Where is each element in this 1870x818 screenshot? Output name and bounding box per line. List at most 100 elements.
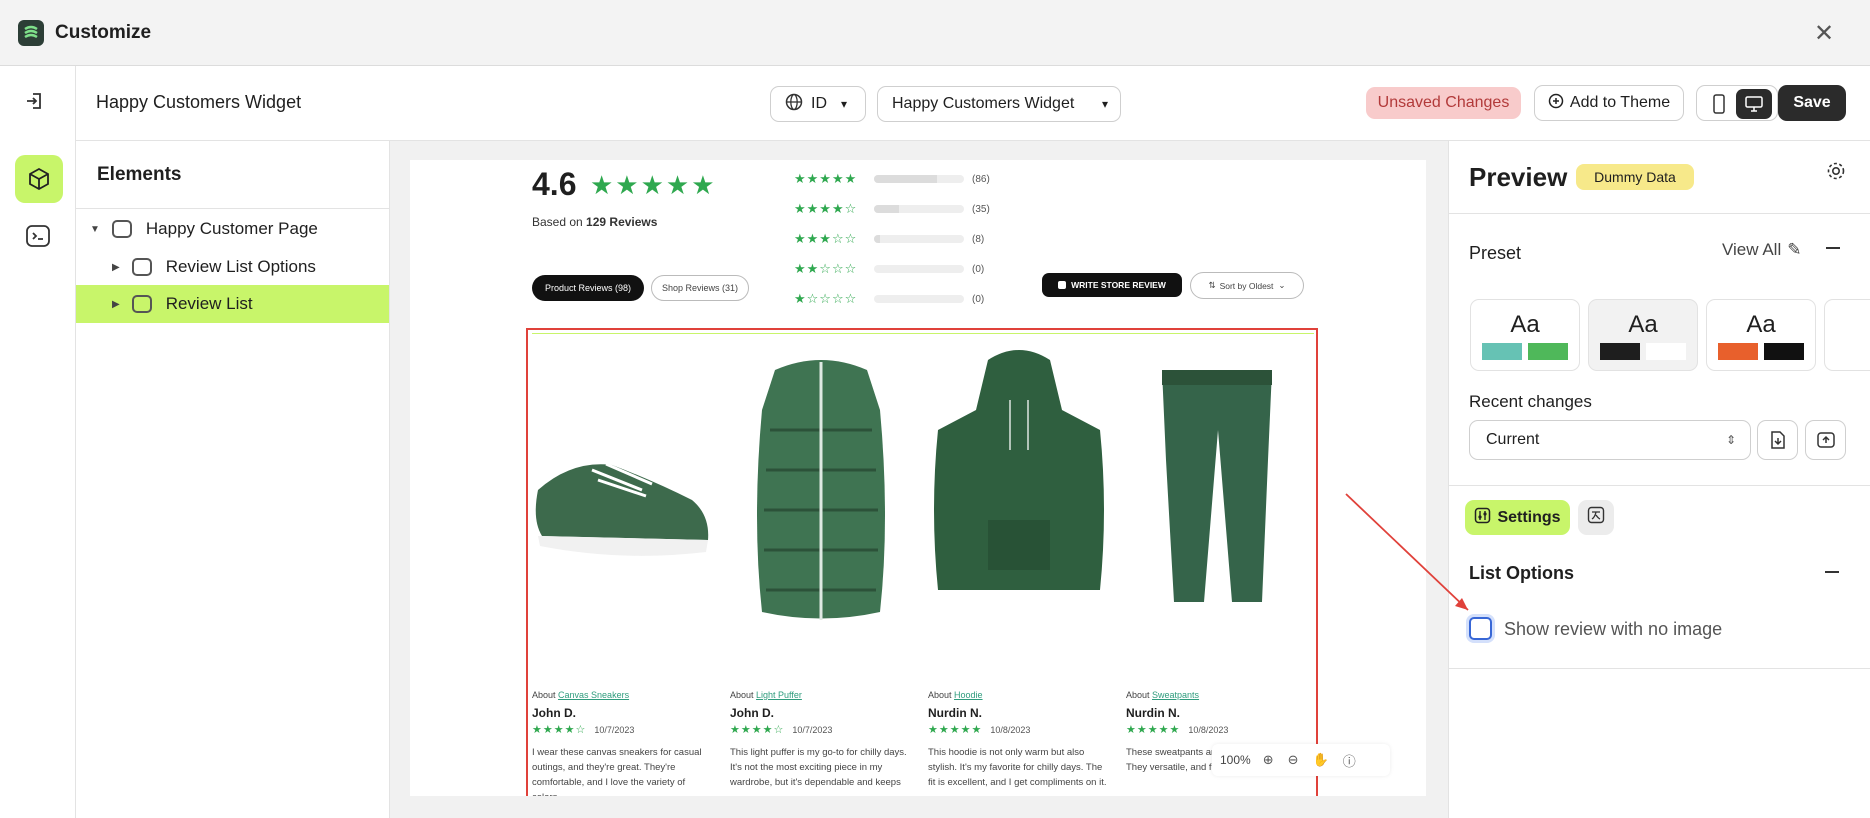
review-card: About Hoodie Nurdin N. ★★★★★ 10/8/2023 This … bbox=[928, 690, 1108, 796]
chevron-updown-icon: ⇕ bbox=[1725, 433, 1736, 447]
save-button[interactable]: Save bbox=[1778, 85, 1846, 121]
exit-icon[interactable] bbox=[24, 90, 48, 114]
histogram-row: ★★☆☆☆ (0) bbox=[794, 260, 1034, 278]
histogram-count: (0) bbox=[972, 293, 985, 305]
review-about: About Light Puffer bbox=[730, 690, 910, 700]
hand-pan-icon[interactable]: ✋ bbox=[1313, 752, 1329, 768]
import-file-button[interactable] bbox=[1757, 420, 1798, 460]
histogram-bar-fill bbox=[874, 235, 881, 243]
tab-product-reviews[interactable]: Product Reviews (98) bbox=[532, 275, 644, 301]
desktop-view-icon[interactable] bbox=[1736, 89, 1772, 119]
review-product-link[interactable]: Light Puffer bbox=[756, 690, 802, 700]
review-image-sneakers bbox=[532, 340, 714, 660]
swatch bbox=[1600, 343, 1640, 360]
preset-swatches bbox=[1471, 343, 1579, 360]
review-about-prefix: About bbox=[1126, 690, 1153, 700]
average-rating-stars: ★★★★★ bbox=[590, 170, 717, 200]
translate-tab[interactable] bbox=[1578, 500, 1614, 535]
sort-select[interactable]: ⇅ Sort by Oldest ⌄ bbox=[1190, 272, 1304, 299]
review-text: This light puffer is my go-to for chilly… bbox=[730, 747, 907, 788]
histogram-count: (8) bbox=[972, 233, 985, 245]
zoom-in-icon[interactable]: ⊕ bbox=[1263, 752, 1274, 768]
review-about-prefix: About bbox=[532, 690, 559, 700]
settings-tab[interactable]: Settings bbox=[1465, 500, 1570, 535]
help-icon[interactable]: ⓘ bbox=[1343, 751, 1356, 770]
tree-item-review-list-options[interactable]: ▶ Review List Options bbox=[112, 254, 316, 280]
panel-title: Preview bbox=[1469, 162, 1568, 192]
histogram-bar bbox=[874, 175, 964, 183]
review-date: 10/8/2023 bbox=[1188, 724, 1229, 735]
review-about-prefix: About bbox=[928, 690, 955, 700]
swatch bbox=[1482, 343, 1522, 360]
histogram-row: ★★★☆☆ (8) bbox=[794, 230, 1034, 248]
histogram-row: ★★★★☆ (35) bbox=[794, 200, 1034, 218]
review-list-hover-outline bbox=[532, 333, 1314, 334]
close-icon[interactable]: ✕ bbox=[1814, 19, 1834, 48]
histogram-bar-fill bbox=[874, 175, 937, 183]
histogram-stars: ★★★☆☆ bbox=[794, 231, 858, 246]
rating-histogram: ★★★★★ (86) ★★★★☆ (35) ★★★☆☆ (8) ★★☆☆☆ (0) ★☆☆☆☆ (… bbox=[794, 166, 1034, 306]
review-product-link[interactable]: Sweatpants bbox=[1152, 690, 1199, 700]
zoom-out-icon[interactable]: ⊖ bbox=[1288, 752, 1299, 768]
histogram-count: (35) bbox=[972, 203, 990, 215]
histogram-stars: ★★★★★ bbox=[794, 171, 858, 186]
language-select[interactable]: ID ▾ bbox=[770, 86, 866, 122]
dummy-data-badge: Dummy Data bbox=[1576, 164, 1694, 190]
view-all-link[interactable]: View All ✎ bbox=[1722, 240, 1801, 260]
review-image-puffer bbox=[730, 340, 912, 660]
recent-changes-select[interactable]: Current ⇕ bbox=[1469, 420, 1751, 460]
recent-changes-label: Recent changes bbox=[1469, 392, 1592, 411]
histogram-row: ★★★★★ (86) bbox=[794, 170, 1034, 188]
tab-shop-reviews[interactable]: Shop Reviews (31) bbox=[651, 275, 749, 301]
export-box-icon bbox=[1816, 432, 1835, 448]
tree-item-review-list[interactable]: ▶ Review List bbox=[112, 291, 253, 317]
collapse-list-options-icon[interactable] bbox=[1825, 571, 1839, 573]
widget-preview-page: 4.6 ★★★★★ Based on 129 Reviews ★★★★★ (86)… bbox=[410, 160, 1426, 796]
widget-select[interactable]: Happy Customers Widget ▾ bbox=[877, 86, 1121, 122]
review-text: This hoodie is not only warm but also st… bbox=[928, 747, 1107, 788]
zoom-level: 100% bbox=[1220, 753, 1251, 767]
preset-swatches bbox=[1707, 343, 1815, 360]
tree-item-happy-customer-page[interactable]: ▼ Happy Customer Page bbox=[90, 216, 318, 242]
preset-card-partial[interactable] bbox=[1824, 299, 1870, 371]
swatch bbox=[1528, 343, 1568, 360]
review-about-prefix: About bbox=[730, 690, 757, 700]
preset-card-2[interactable]: Aa bbox=[1588, 299, 1698, 371]
write-store-review-button[interactable]: WRITE STORE REVIEW bbox=[1042, 273, 1182, 297]
zoom-toolbar: 100% ⊕ ⊖ ✋ ⓘ bbox=[1212, 744, 1390, 776]
review-meta: ★★★★☆ 10/7/2023 bbox=[532, 723, 712, 736]
window-titlebar bbox=[0, 0, 1870, 66]
unsaved-changes-badge: Unsaved Changes bbox=[1366, 87, 1521, 119]
review-about: About Canvas Sneakers bbox=[532, 690, 712, 700]
review-product-link[interactable]: Canvas Sneakers bbox=[558, 690, 629, 700]
code-console-icon[interactable] bbox=[25, 224, 53, 250]
edit-icon bbox=[1058, 281, 1067, 289]
list-options-title: List Options bbox=[1469, 563, 1574, 583]
histogram-stars: ★☆☆☆☆ bbox=[794, 291, 858, 306]
preset-card-3[interactable]: Aa bbox=[1706, 299, 1816, 371]
histogram-stars: ★★☆☆☆ bbox=[794, 261, 858, 276]
edit-pencil-icon: ✎ bbox=[1787, 240, 1802, 259]
export-button[interactable] bbox=[1805, 420, 1846, 460]
caret-down-icon: ▼ bbox=[90, 223, 100, 235]
elements-panel bbox=[76, 141, 390, 818]
review-product-link[interactable]: Hoodie bbox=[954, 690, 983, 700]
mobile-view-icon[interactable] bbox=[1704, 91, 1734, 117]
review-text: I wear these canvas sneakers for casual … bbox=[532, 747, 702, 796]
review-stars: ★★★★★ bbox=[928, 724, 983, 736]
review-image-sweatpants bbox=[1126, 340, 1308, 660]
gear-icon[interactable] bbox=[1825, 160, 1847, 182]
review-card: About Canvas Sneakers John D. ★★★★☆ 10/7/20… bbox=[532, 690, 712, 796]
add-to-theme-button[interactable]: Add to Theme bbox=[1534, 85, 1684, 121]
elements-divider bbox=[76, 208, 390, 209]
review-meta: ★★★★☆ 10/7/2023 bbox=[730, 723, 910, 736]
elements-cube-icon[interactable] bbox=[15, 155, 63, 203]
globe-icon bbox=[785, 93, 803, 116]
smiley-box-icon bbox=[131, 258, 152, 276]
histogram-bar bbox=[874, 295, 964, 303]
preset-sample-text: Aa bbox=[1510, 311, 1540, 338]
collapse-preset-icon[interactable] bbox=[1826, 247, 1840, 249]
review-about: About Hoodie bbox=[928, 690, 1108, 700]
show-no-image-checkbox[interactable] bbox=[1469, 617, 1492, 640]
preset-card-1[interactable]: Aa bbox=[1470, 299, 1580, 371]
